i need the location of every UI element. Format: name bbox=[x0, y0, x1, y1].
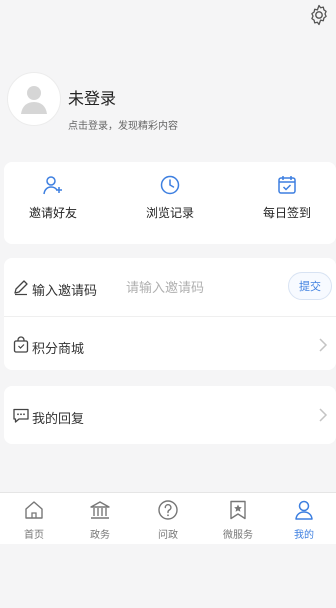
screen: 未登录 点击登录，发现精彩内容 邀请好友 浏览记录 每日签到 输入邀请码 请输入… bbox=[0, 0, 336, 608]
quick-action-invite-friends[interactable]: 邀请好友 bbox=[8, 174, 98, 234]
submit-button[interactable]: 提交 bbox=[288, 272, 332, 300]
invite-code-input[interactable] bbox=[126, 278, 276, 298]
profile-name[interactable]: 未登录 bbox=[68, 85, 116, 109]
tab-government[interactable]: 政务 bbox=[72, 499, 128, 543]
settings-gear-icon[interactable] bbox=[307, 3, 331, 27]
government-building-icon bbox=[90, 501, 110, 519]
invite-and-mall-card: 输入邀请码 提交 积分商城 bbox=[4, 258, 336, 370]
tab-label: 我的 bbox=[294, 530, 314, 541]
tab-label: 首页 bbox=[24, 530, 44, 541]
clock-icon bbox=[160, 175, 180, 195]
profile-subtitle: 点击登录，发现精彩内容 bbox=[68, 121, 178, 132]
bottom-tab-bar: 首页 政务 问政 微服务 我的 bbox=[0, 492, 336, 544]
my-replies-card: 我的回复 bbox=[4, 386, 336, 444]
quick-action-label: 浏览记录 bbox=[145, 206, 194, 220]
user-icon bbox=[295, 500, 313, 520]
points-mall-row[interactable]: 积分商城 bbox=[4, 322, 336, 368]
my-replies-row[interactable]: 我的回复 bbox=[4, 392, 336, 438]
chevron-right-icon bbox=[319, 338, 328, 352]
add-user-icon bbox=[43, 176, 62, 195]
tab-label: 政务 bbox=[90, 530, 110, 541]
tab-label: 微服务 bbox=[223, 530, 253, 541]
calendar-check-icon bbox=[278, 176, 296, 194]
quick-action-label: 每日签到 bbox=[262, 206, 311, 220]
home-icon bbox=[25, 501, 43, 519]
bookmark-star-icon bbox=[230, 500, 246, 520]
divider bbox=[4, 316, 336, 317]
tab-home[interactable]: 首页 bbox=[6, 499, 62, 543]
profile-header[interactable]: 未登录 点击登录，发现精彩内容 bbox=[0, 60, 336, 160]
quick-action-daily-checkin[interactable]: 每日签到 bbox=[242, 174, 332, 234]
invite-code-row: 输入邀请码 提交 bbox=[4, 264, 336, 310]
quick-action-label: 邀请好友 bbox=[28, 206, 77, 220]
quick-action-history[interactable]: 浏览记录 bbox=[125, 174, 215, 234]
quick-actions-card: 邀请好友 浏览记录 每日签到 bbox=[4, 162, 336, 244]
shopping-bag-icon bbox=[13, 336, 29, 353]
my-replies-label: 我的回复 bbox=[32, 412, 85, 427]
default-avatar-icon bbox=[21, 86, 47, 114]
tab-label: 问政 bbox=[158, 530, 178, 541]
question-icon bbox=[158, 500, 178, 520]
chat-bubble-icon bbox=[13, 408, 29, 423]
chevron-right-icon bbox=[319, 408, 328, 422]
tab-micro-services[interactable]: 微服务 bbox=[210, 499, 266, 543]
invite-code-label: 输入邀请码 bbox=[32, 284, 98, 299]
tab-mine[interactable]: 我的 bbox=[276, 499, 332, 543]
avatar[interactable] bbox=[7, 72, 61, 126]
pencil-icon bbox=[14, 280, 28, 296]
points-mall-label: 积分商城 bbox=[32, 342, 85, 357]
tab-inquiry[interactable]: 问政 bbox=[140, 499, 196, 543]
